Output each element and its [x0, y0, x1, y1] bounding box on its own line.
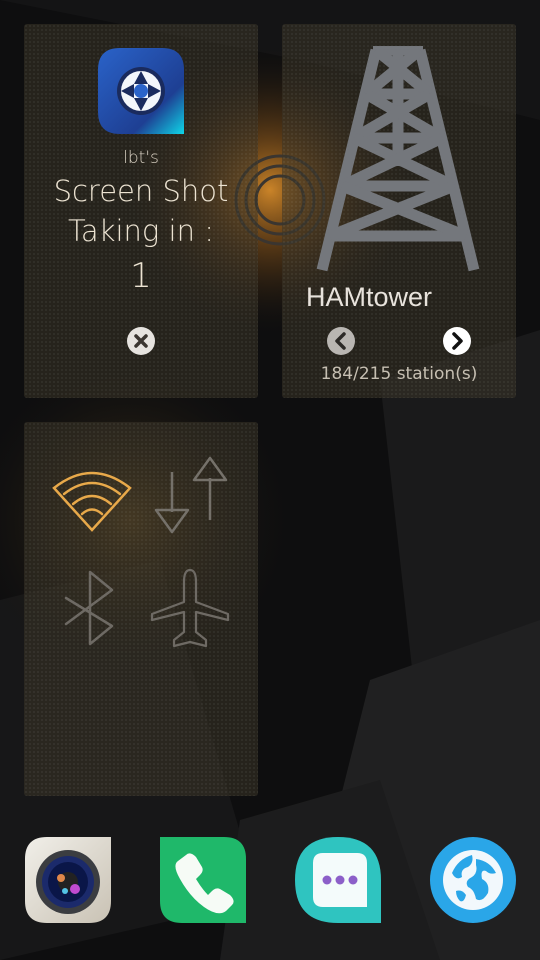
- station-count: 184/215 station(s): [320, 364, 478, 384]
- close-icon[interactable]: [126, 326, 156, 356]
- radio-tower-icon: [316, 46, 480, 272]
- bluetooth-icon[interactable]: [50, 566, 134, 650]
- mobile-data-icon[interactable]: [148, 452, 232, 536]
- quick-toggles-widget: [24, 422, 258, 796]
- camera-icon[interactable]: [25, 837, 111, 923]
- widget-title: Screen Shot: [53, 174, 229, 208]
- chevron-right-icon[interactable]: [442, 326, 472, 356]
- messages-icon[interactable]: [295, 837, 381, 923]
- hamtower-widget[interactable]: HAMtower 184/215 station(s): [282, 24, 516, 398]
- author-label: lbt's: [123, 148, 159, 168]
- wifi-icon[interactable]: [50, 458, 134, 542]
- countdown-label: Taking in :: [68, 214, 214, 248]
- camera-shutter-icon: [98, 48, 184, 134]
- screenshot-widget[interactable]: lbt's Screen Shot Taking in : 1: [24, 24, 258, 398]
- airplane-icon[interactable]: [148, 566, 232, 650]
- countdown-value: 1: [130, 256, 152, 296]
- chevron-left-icon[interactable]: [326, 326, 356, 356]
- browser-icon[interactable]: [430, 837, 516, 923]
- hamtower-title: HAMtower: [306, 282, 433, 312]
- phone-icon[interactable]: [160, 837, 246, 923]
